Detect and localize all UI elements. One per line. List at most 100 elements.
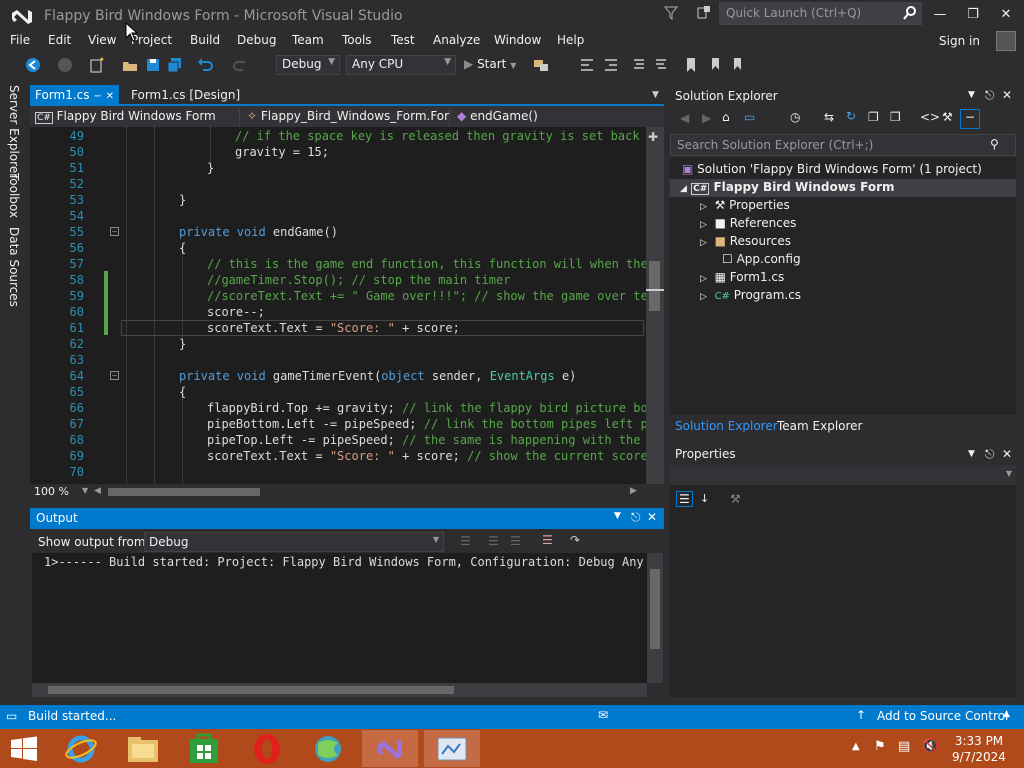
refresh-icon[interactable]: ↻	[846, 109, 856, 123]
avatar[interactable]	[996, 31, 1016, 51]
chevron-down-icon[interactable]: ▼	[968, 449, 975, 459]
menu-test[interactable]: Test	[391, 33, 415, 47]
network-icon[interactable]: ▤	[898, 739, 910, 754]
volume-muted-icon[interactable]: 🔇	[922, 739, 938, 754]
preview-icon[interactable]: −	[960, 109, 980, 129]
properties-wrench-icon[interactable]: ⚒	[942, 110, 953, 124]
switch-views-icon[interactable]: ▭	[744, 110, 755, 124]
bookmark-next-icon[interactable]	[730, 56, 748, 74]
next-message-icon[interactable]: ☰	[510, 534, 521, 548]
undo-icon[interactable]	[196, 56, 214, 74]
quick-launch-input[interactable]: Quick Launch (Ctrl+Q)	[719, 2, 922, 25]
split-icon[interactable]: ✚	[648, 130, 658, 144]
step-over-icon[interactable]	[602, 56, 620, 74]
search-icon[interactable]: ⚲	[990, 137, 999, 151]
solution-config-select[interactable]: Debug ▼	[276, 55, 340, 75]
output-text[interactable]: 1>------ Build started: Project: Flappy …	[32, 553, 647, 683]
redo-icon[interactable]	[232, 56, 250, 74]
tree-item-project[interactable]: ◢ C# Flappy Bird Windows Form	[670, 179, 1016, 197]
close-icon[interactable]: ✕	[1002, 447, 1012, 461]
chevron-down-icon[interactable]: ▼	[968, 90, 975, 100]
zoom-level[interactable]: 100 %	[34, 485, 69, 498]
find-message-icon[interactable]: ☰	[460, 534, 471, 548]
menu-window[interactable]: Window	[494, 33, 541, 47]
filter-icon[interactable]	[664, 6, 678, 20]
bookmark-icon[interactable]	[682, 56, 700, 74]
clear-all-icon[interactable]: ☰	[542, 533, 553, 547]
new-project-icon[interactable]	[88, 56, 106, 74]
object-selector[interactable]: ▼	[670, 465, 1016, 485]
view-code-icon[interactable]: <>	[920, 110, 940, 124]
menu-view[interactable]: View	[88, 33, 116, 47]
alphabetical-icon[interactable]: ↓	[700, 492, 709, 505]
close-icon[interactable]: ✕	[647, 510, 657, 524]
tree-item-properties[interactable]: ▷ ⚒ Properties	[700, 198, 790, 212]
back-icon[interactable]: ◀	[680, 111, 689, 125]
solution-search-input[interactable]: Search Solution Explorer (Ctrl+;)	[670, 134, 1016, 156]
feedback-icon[interactable]	[696, 5, 712, 21]
tab-form1-design[interactable]: Form1.cs [Design]	[131, 88, 240, 102]
word-wrap-icon[interactable]: ↷	[570, 533, 580, 547]
collapse-toggle-icon[interactable]: −	[110, 371, 119, 380]
output-source-select[interactable]: Debug ▼	[144, 532, 444, 552]
horizontal-scroll-thumb[interactable]	[108, 488, 260, 496]
forward-icon[interactable]	[56, 56, 74, 74]
tree-item-solution[interactable]: ▣ Solution 'Flappy Bird Windows Form' (1…	[682, 162, 982, 176]
show-all-files-icon[interactable]: ❒	[890, 110, 901, 124]
collapse-all-icon[interactable]: ❐	[868, 110, 879, 124]
scroll-right-icon[interactable]: ▶	[630, 486, 637, 496]
scroll-thumb[interactable]	[650, 569, 660, 649]
tree-item-resources[interactable]: ▷ ■ Resources	[700, 234, 791, 248]
platform-select[interactable]: Any CPU ▼	[346, 55, 456, 75]
prev-message-icon[interactable]: ☰	[488, 534, 499, 548]
menu-team[interactable]: Team	[292, 33, 324, 47]
home-icon[interactable]: ⌂	[722, 110, 730, 124]
pin-icon[interactable]: ⎋	[985, 447, 995, 462]
pin-icon[interactable]: ⎋	[631, 510, 641, 525]
scroll-thumb[interactable]	[649, 261, 660, 311]
forward-icon[interactable]: ▶	[702, 111, 711, 125]
flag-icon[interactable]: ⚑	[874, 739, 886, 754]
windows-start-icon[interactable]	[10, 736, 38, 762]
close-icon[interactable]: ✕	[106, 91, 114, 102]
bookmark-prev-icon[interactable]	[708, 56, 726, 74]
output-vertical-scrollbar[interactable]	[647, 553, 663, 683]
file-explorer-icon[interactable]	[126, 734, 160, 764]
tree-item-app-config[interactable]: ☐ App.config	[722, 252, 801, 266]
tree-item-program-cs[interactable]: ▷ C# Program.cs	[700, 288, 801, 302]
menu-file[interactable]: File	[10, 33, 30, 47]
search-icon[interactable]	[902, 5, 918, 21]
sync-icon[interactable]: ⇆	[824, 110, 834, 124]
close-button[interactable]: ✕	[994, 4, 1018, 26]
collapse-toggle-icon[interactable]: −	[110, 227, 119, 236]
show-hidden-icons-icon[interactable]: ▲	[852, 741, 860, 752]
pending-changes-icon[interactable]: ◷	[790, 110, 800, 124]
menu-build[interactable]: Build	[190, 33, 220, 47]
scroll-left-icon[interactable]: ◀	[94, 486, 101, 496]
menu-analyze[interactable]: Analyze	[433, 33, 480, 47]
property-pages-icon[interactable]: ⚒	[730, 492, 741, 506]
save-all-icon[interactable]	[166, 56, 184, 74]
project-nav-select[interactable]: C# Flappy Bird Windows Form	[32, 108, 240, 126]
tab-solution-explorer[interactable]: Solution Explorer	[675, 419, 778, 433]
categorized-icon[interactable]: ☰	[676, 491, 693, 507]
pin-icon[interactable]: −	[93, 91, 101, 102]
comment-icon[interactable]	[630, 56, 648, 74]
add-to-source-control-button[interactable]: Add to Source Control	[877, 709, 1008, 723]
system-clock[interactable]: 3:33 PM 9/7/2024	[944, 733, 1014, 765]
tree-item-references[interactable]: ▷ ■ References	[700, 216, 796, 230]
minimize-button[interactable]: —	[928, 4, 952, 26]
menu-edit[interactable]: Edit	[48, 33, 71, 47]
uncomment-icon[interactable]	[652, 56, 670, 74]
tab-form1-cs[interactable]: Form1.cs − ✕	[30, 85, 119, 104]
start-button[interactable]: ▶ Start ▼	[464, 57, 516, 71]
pin-icon[interactable]: ⎋	[985, 88, 995, 103]
output-horizontal-scrollbar[interactable]	[32, 683, 647, 697]
internet-explorer-icon[interactable]	[64, 733, 98, 765]
menu-help[interactable]: Help	[557, 33, 584, 47]
menu-debug[interactable]: Debug	[237, 33, 276, 47]
browser-link-icon[interactable]	[532, 56, 550, 74]
tree-item-form1-cs[interactable]: ▷ ▦ Form1.cs	[700, 270, 784, 284]
notifications-icon[interactable]: ✉	[598, 708, 608, 722]
class-nav-select[interactable]: ✧ Flappy_Bird_Windows_Form.Forr	[244, 108, 450, 126]
